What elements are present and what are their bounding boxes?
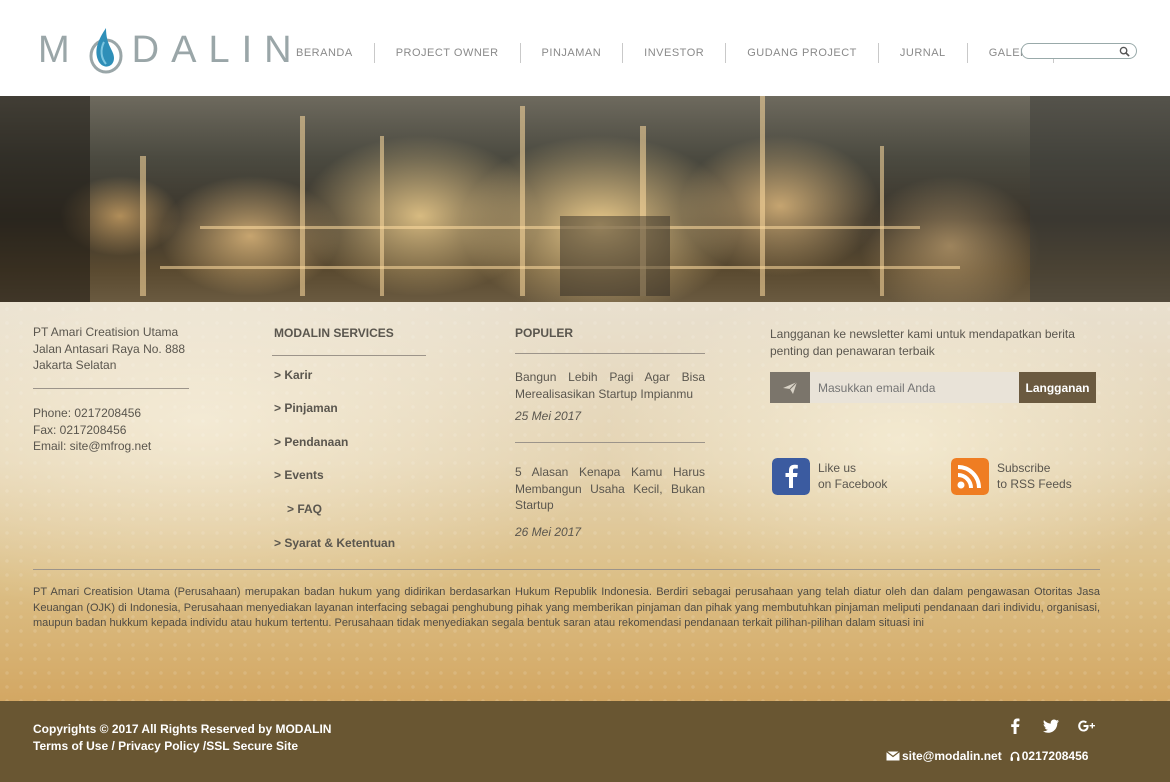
terms-link[interactable]: Terms of Use [33, 739, 108, 753]
newsletter-text: Langganan ke newsletter kami untuk menda… [770, 327, 1075, 358]
popular-post-date: 25 Mei 2017 [515, 409, 582, 423]
service-link-pinjaman[interactable]: > Pinjaman [274, 401, 338, 415]
legal-divider [33, 569, 1100, 570]
hero-refinery-image [0, 96, 1170, 302]
link-separator: / [108, 739, 119, 753]
bottom-phone[interactable]: 0217208456 [1022, 749, 1089, 763]
newsletter-subscribe-button[interactable]: Langganan [1019, 372, 1096, 403]
ssl-link[interactable]: SSL Secure Site [206, 739, 298, 753]
nav-item-pinjaman[interactable]: PINJAMAN [521, 43, 624, 63]
services-divider [272, 355, 426, 356]
service-link-syarat-ketentuan[interactable]: > Syarat & Ketentuan [274, 536, 395, 550]
bottom-contact: site@modalin.net 0217208456 [886, 749, 1088, 763]
legal-disclaimer: PT Amari Creatision Utama (Perusahaan) m… [33, 586, 1100, 630]
nav-item-project-owner[interactable]: PROJECT OWNER [375, 43, 521, 63]
modalin-logo[interactable]: M DALIN [38, 22, 304, 78]
copyright-text: Copyrights © 2017 All Rights Reserved by… [33, 722, 332, 736]
contact-email[interactable]: Email: site@mfrog.net [33, 438, 151, 455]
company-name: PT Amari Creatision Utama [33, 325, 179, 339]
mail-icon [886, 751, 900, 761]
rss-icon [951, 457, 989, 495]
search-box [1021, 43, 1137, 62]
search-input[interactable] [1028, 47, 1124, 62]
service-link-karir[interactable]: > Karir [274, 368, 312, 382]
social-icons [1005, 716, 1097, 736]
send-icon [770, 372, 810, 403]
twitter-icon[interactable] [1041, 716, 1061, 736]
popular-post-date: 26 Mei 2017 [515, 525, 582, 539]
company-address: PT Amari Creatision Utama Jalan Antasari… [33, 324, 185, 374]
nav-item-jurnal[interactable]: JURNAL [879, 43, 968, 63]
service-link-pendanaan[interactable]: > Pendanaan [274, 435, 348, 449]
service-link-events[interactable]: > Events [274, 468, 324, 482]
facebook-line1: Like us [818, 461, 857, 475]
bottom-email[interactable]: site@modalin.net [902, 749, 1002, 763]
popular-divider [515, 353, 705, 354]
company-street: Jalan Antasari Raya No. 888 [33, 341, 186, 356]
google-plus-icon[interactable] [1077, 716, 1097, 736]
facebook-line2: on Facebook [818, 477, 888, 491]
main-nav: BERANDA PROJECT OWNER PINJAMAN INVESTOR … [276, 42, 1055, 64]
popular-post-title[interactable]: 5 Alasan Kenapa Kamu Harus Membangun Usa… [515, 464, 705, 514]
popular-title: POPULER [515, 326, 574, 340]
popular-post-divider [515, 442, 705, 443]
contact-phone: Phone: 0217208456 [33, 406, 142, 420]
facebook-icon [772, 457, 810, 495]
facebook-like-link[interactable]: Like us on Facebook [772, 457, 887, 495]
services-title: MODALIN SERVICES [274, 326, 394, 340]
nav-item-gudang-project[interactable]: GUDANG PROJECT [726, 43, 879, 63]
privacy-link[interactable]: Privacy Policy [118, 739, 199, 753]
company-contact: Phone: 0217208456 Fax: 0217208456 Email:… [33, 405, 151, 455]
nav-item-beranda[interactable]: BERANDA [276, 43, 375, 63]
rss-line2: to RSS Feeds [997, 477, 1072, 491]
site-header: M DALIN BERANDA PROJECT OWNER PINJAMAN I… [0, 0, 1170, 96]
nav-item-investor[interactable]: INVESTOR [623, 43, 727, 63]
facebook-icon[interactable] [1005, 716, 1025, 736]
popular-post-title[interactable]: Bangun Lebih Pagi Agar Bisa Merealisasik… [515, 369, 705, 402]
copyright-block: Copyrights © 2017 All Rights Reserved by… [33, 721, 331, 755]
company-city: Jakarta Selatan [33, 358, 117, 372]
logo-letter-m: M [38, 28, 82, 71]
service-link-faq[interactable]: > FAQ [287, 502, 322, 516]
newsletter-email-input[interactable] [810, 372, 1019, 403]
address-divider [33, 388, 189, 389]
search-icon[interactable] [1119, 46, 1130, 57]
logo-drop-icon [89, 28, 123, 74]
newsletter-form: Langganan [770, 372, 1096, 403]
contact-fax: Fax: 0217208456 [33, 422, 127, 437]
rss-subscribe-link[interactable]: Subscribe to RSS Feeds [951, 457, 1072, 495]
rss-line1: Subscribe [997, 461, 1051, 475]
headset-icon [1010, 751, 1020, 761]
